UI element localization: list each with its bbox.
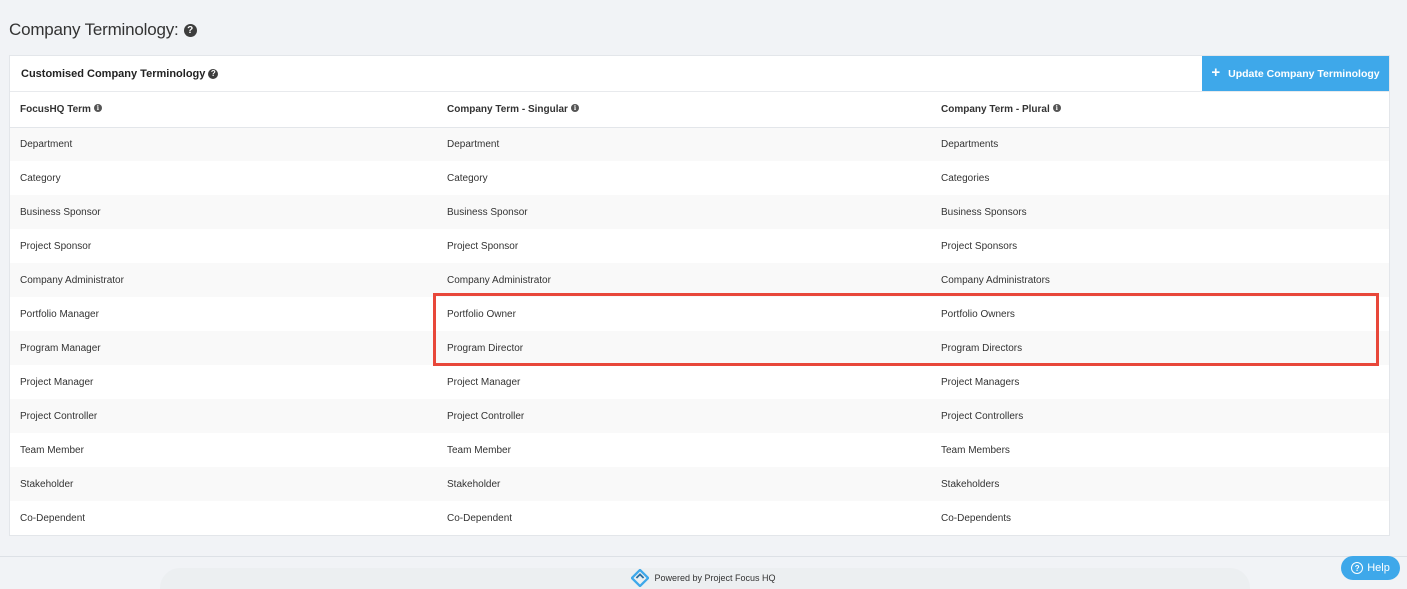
table-header-row: FocusHQ Term i Company Term - Singular i C…	[10, 92, 1389, 128]
cell-singular-term: Project Manager	[437, 365, 931, 399]
cell-singular-term: Stakeholder	[437, 467, 931, 501]
cell-focushq-term: Business Sponsor	[10, 195, 437, 229]
help-question-icon[interactable]: ?	[183, 23, 197, 37]
cell-plural-term: Categories	[931, 161, 1389, 195]
cell-focushq-term: Project Controller	[10, 399, 437, 433]
cell-singular-term: Co-Dependent	[437, 501, 931, 535]
table-row: Business Sponsor Business Sponsor Business…	[10, 195, 1389, 229]
table-row: Project Controller Project Controller Proj…	[10, 399, 1389, 433]
cell-singular-term: Portfolio Owner	[437, 297, 931, 331]
cell-plural-term: Project Managers	[931, 365, 1389, 399]
help-circle-icon: ?	[1351, 562, 1364, 574]
panel-help-icon[interactable]: ?	[208, 68, 219, 79]
table-row: Project Manager Project Manager Project Ma…	[10, 365, 1389, 399]
cell-focushq-term: Project Sponsor	[10, 229, 437, 263]
table-row: Stakeholder Stakeholder Stakeholders	[10, 467, 1389, 501]
table-row: Project Sponsor Project Sponsor Project Sp…	[10, 229, 1389, 263]
cell-focushq-term: Program Manager	[10, 331, 437, 365]
plus-icon: +	[1211, 64, 1221, 81]
table-body: Department Department Departments Category C…	[10, 127, 1389, 535]
cell-focushq-term: Stakeholder	[10, 467, 437, 501]
cell-singular-term: Project Sponsor	[437, 229, 931, 263]
cell-plural-term: Project Sponsors	[931, 229, 1389, 263]
panel-title: Customised Company Terminology ?	[10, 67, 219, 80]
footer-divider	[0, 556, 1407, 557]
table-row: Portfolio Manager Portfolio Owner Portfoli…	[10, 297, 1389, 331]
column-header-focushq-term: FocusHQ Term i	[10, 92, 437, 128]
cell-plural-term: Portfolio Owners	[931, 297, 1389, 331]
help-label: Help	[1367, 562, 1390, 574]
cell-singular-term: Department	[437, 127, 931, 161]
footer: Powered by Project Focus HQ	[0, 569, 1407, 587]
focushq-logo-icon	[631, 569, 650, 587]
table-row: Department Department Departments	[10, 127, 1389, 161]
cell-plural-term: Business Sponsors	[931, 195, 1389, 229]
help-button[interactable]: ? Help	[1341, 556, 1400, 580]
cell-plural-term: Stakeholders	[931, 467, 1389, 501]
table-row: Company Administrator Company Administrat…	[10, 263, 1389, 297]
cell-singular-term: Business Sponsor	[437, 195, 931, 229]
update-terminology-button[interactable]: + Update Company Terminology	[1202, 56, 1389, 91]
cell-focushq-term: Co-Dependent	[10, 501, 437, 535]
page-title-text: Company Terminology:	[9, 20, 179, 39]
powered-by-text[interactable]: Powered by Project Focus HQ	[654, 573, 775, 583]
table-row: Team Member Team Member Team Members	[10, 433, 1389, 467]
info-icon[interactable]: i	[93, 104, 102, 113]
cell-plural-term: Program Directors	[931, 331, 1389, 365]
cell-focushq-term: Team Member	[10, 433, 437, 467]
cell-focushq-term: Department	[10, 127, 437, 161]
cell-plural-term: Departments	[931, 127, 1389, 161]
page-title: Company Terminology: ?	[9, 20, 197, 40]
info-icon[interactable]: i	[570, 104, 579, 113]
table-row: Category Category Categories	[10, 161, 1389, 195]
cell-singular-term: Category	[437, 161, 931, 195]
column-header-singular: Company Term - Singular i	[437, 92, 931, 128]
cell-singular-term: Program Director	[437, 331, 931, 365]
panel-title-text: Customised Company Terminology	[21, 67, 206, 80]
panel-header: Customised Company Terminology ? + Updat…	[10, 56, 1389, 92]
cell-plural-term: Co-Dependents	[931, 501, 1389, 535]
table-row: Program Manager Program Director Program D…	[10, 331, 1389, 365]
table-row: Co-Dependent Co-Dependent Co-Dependents	[10, 501, 1389, 535]
cell-focushq-term: Portfolio Manager	[10, 297, 437, 331]
terminology-table: FocusHQ Term i Company Term - Singular i C…	[10, 92, 1389, 535]
cell-focushq-term: Project Manager	[10, 365, 437, 399]
cell-singular-term: Team Member	[437, 433, 931, 467]
terminology-panel: Customised Company Terminology ? + Updat…	[9, 55, 1390, 536]
info-icon[interactable]: i	[1052, 104, 1061, 113]
cell-singular-term: Project Controller	[437, 399, 931, 433]
cell-singular-term: Company Administrator	[437, 263, 931, 297]
cell-plural-term: Team Members	[931, 433, 1389, 467]
update-terminology-label: Update Company Terminology	[1228, 67, 1380, 80]
column-header-plural: Company Term - Plural i	[931, 92, 1389, 128]
cell-focushq-term: Category	[10, 161, 437, 195]
cell-focushq-term: Company Administrator	[10, 263, 437, 297]
cell-plural-term: Company Administrators	[931, 263, 1389, 297]
cell-plural-term: Project Controllers	[931, 399, 1389, 433]
